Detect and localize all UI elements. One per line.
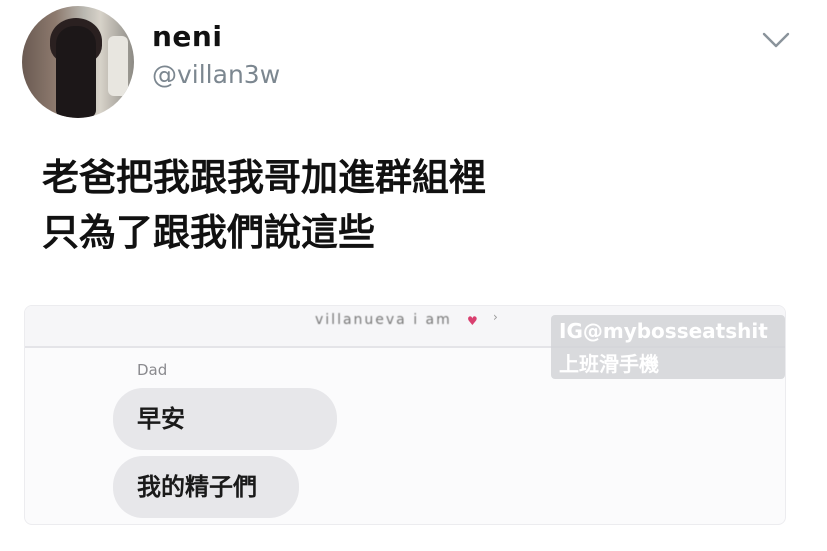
- watermark: IG@mybosseatshit 上班滑手機: [551, 315, 785, 379]
- watermark-line-2: 上班滑手機: [559, 352, 659, 376]
- heart-icon: ♥: [467, 314, 478, 328]
- avatar-background-light: [108, 36, 128, 96]
- chevron-down-icon[interactable]: [760, 28, 792, 52]
- avatar-figure: [56, 26, 96, 118]
- user-handle[interactable]: @villan3w: [152, 60, 280, 89]
- watermark-line-1: IG@mybosseatshit: [559, 319, 768, 343]
- message-bubble: 我的精子們: [113, 456, 299, 518]
- chevron-right-icon: ›: [493, 310, 498, 324]
- display-name[interactable]: neni: [152, 20, 222, 53]
- chat-group-name: villanueva i am: [315, 312, 452, 328]
- tweet-text: 老爸把我跟我哥加進群組裡 只為了跟我們說這些: [42, 156, 486, 254]
- message-bubble: 早安: [113, 388, 337, 450]
- message-sender: Dad: [137, 361, 168, 379]
- avatar[interactable]: [22, 6, 134, 118]
